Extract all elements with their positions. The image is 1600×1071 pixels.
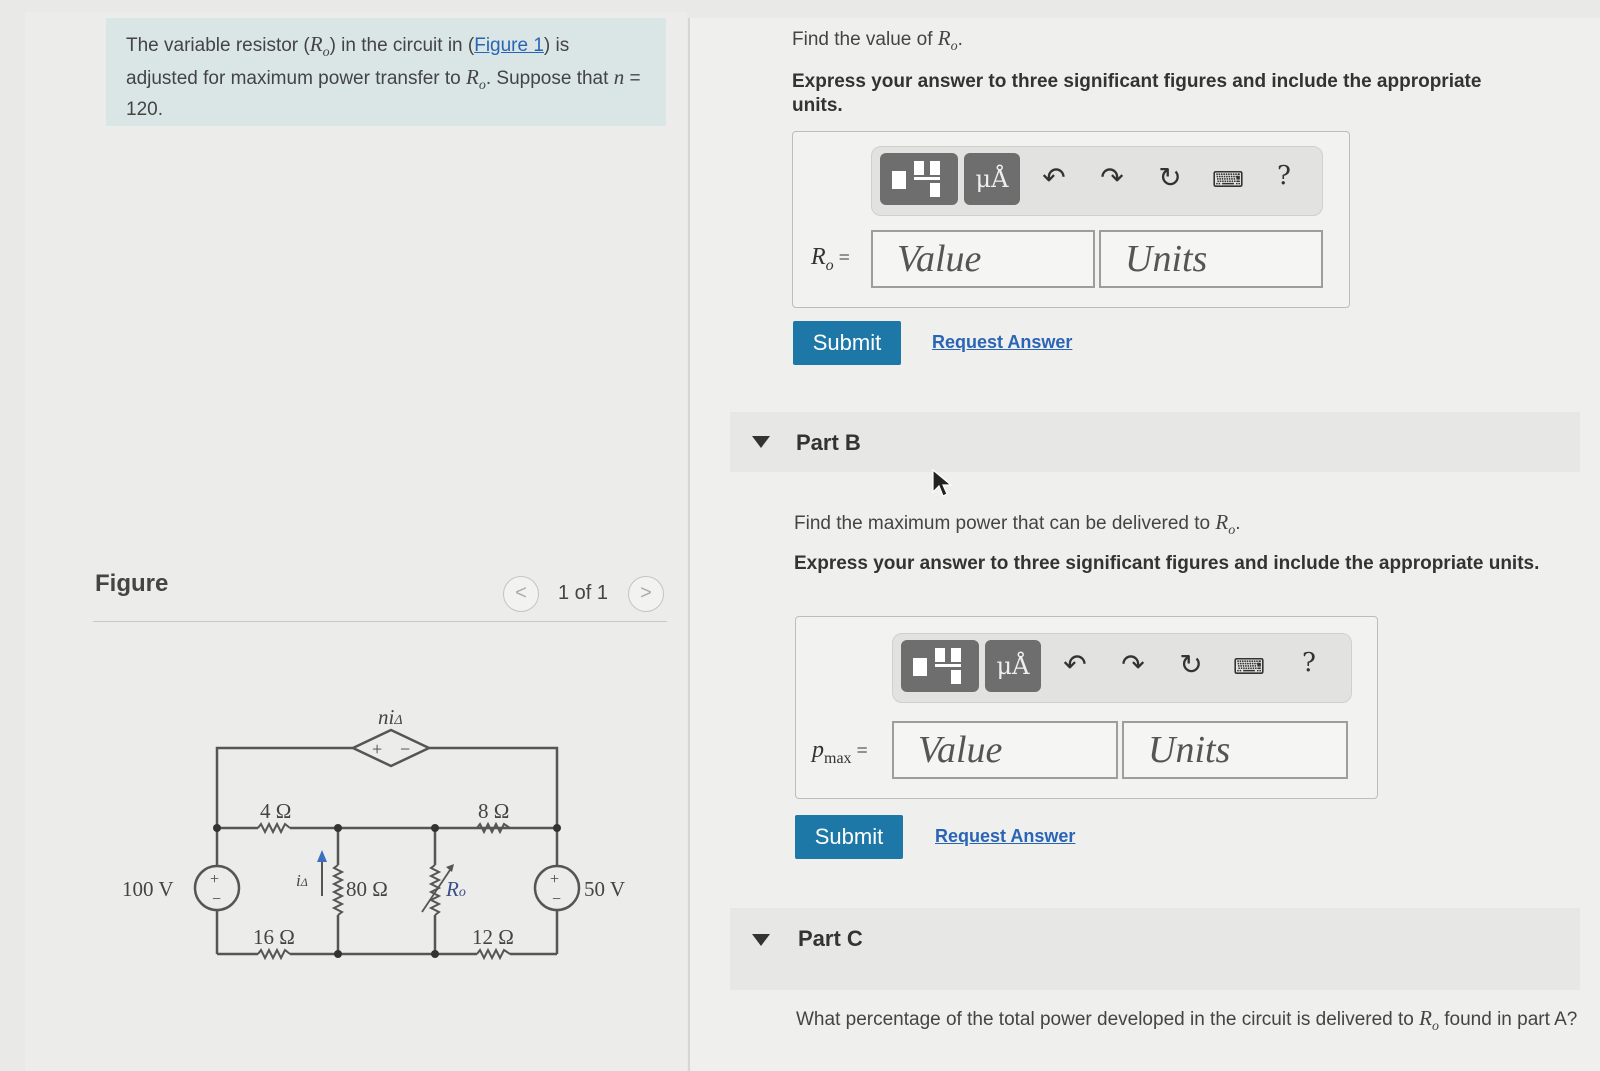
collapse-triangle-icon	[752, 436, 770, 448]
partB-title: Part B	[796, 430, 861, 455]
i-delta-label: iΔ	[296, 871, 308, 890]
partB-field-label: pmax =	[812, 737, 868, 767]
help-icon[interactable]: ?	[1268, 161, 1300, 191]
undo-icon[interactable]: ↶	[1038, 161, 1070, 194]
units-button[interactable]: μÅ	[985, 640, 1041, 692]
partB-toolbar: μÅ ↶ ↷ ↻ ⌨ ?	[892, 633, 1352, 703]
partA-answer-box: μÅ ↶ ↷ ↻ ⌨ ? Ro = Value Units	[792, 131, 1350, 308]
problem-statement: The variable resistor (Ro) in the circui…	[106, 18, 666, 126]
v100-label: 100 V	[122, 877, 174, 901]
partB-units-input[interactable]: Units	[1122, 721, 1348, 779]
templates-icon	[892, 161, 940, 197]
mouse-cursor-icon	[932, 468, 953, 497]
partA-value-input[interactable]: Value	[871, 230, 1095, 288]
figure-pager-text: 1 of 1	[558, 582, 609, 604]
units-button[interactable]: μÅ	[964, 153, 1020, 205]
r8-label: 8 Ω	[478, 799, 509, 823]
figure-title: Figure	[95, 570, 169, 597]
partA-question: Find the value of Ro.	[792, 26, 963, 55]
dep-source-label: niΔ	[378, 705, 403, 729]
r4-label: 4 Ω	[260, 799, 291, 823]
partC-title: Part C	[798, 926, 863, 951]
partA-submit-button[interactable]: Submit	[793, 321, 901, 365]
redo-icon[interactable]: ↷	[1096, 161, 1128, 194]
ro-label: Ro	[445, 877, 466, 901]
r80-label: 80 Ω	[346, 877, 388, 901]
partB-header[interactable]: Part B	[730, 412, 1580, 472]
prev-figure-button[interactable]: <	[503, 576, 539, 612]
r16-label: 16 Ω	[253, 925, 295, 949]
figure-divider	[93, 621, 667, 622]
partA-units-input[interactable]: Units	[1099, 230, 1323, 288]
templates-icon	[913, 648, 961, 684]
partB-instruction: Express your answer to three significant…	[794, 553, 1540, 574]
collapse-triangle-icon	[752, 934, 770, 946]
redo-icon[interactable]: ↷	[1117, 648, 1149, 681]
next-figure-button[interactable]: >	[628, 576, 664, 612]
svg-text:+: +	[210, 871, 219, 888]
reset-icon[interactable]: ↻	[1175, 648, 1207, 681]
circuit-diagram: niΔ + − 4 Ω 16 Ω 80 Ω 8 Ω 12 Ω Ro 100 V …	[122, 705, 625, 961]
templates-button[interactable]	[901, 640, 979, 692]
partB-submit-button[interactable]: Submit	[795, 815, 903, 859]
partB-question: Find the maximum power that can be deliv…	[794, 510, 1241, 539]
partA-instruction: Express your answer to three significant…	[792, 71, 1482, 116]
partC-header[interactable]: Part C	[730, 908, 1580, 990]
v50-label: 50 V	[584, 877, 625, 901]
svg-text:−: −	[400, 739, 410, 759]
partB-request-answer-link[interactable]: Request Answer	[935, 826, 1075, 847]
problem-text: The variable resistor (	[126, 35, 310, 56]
partA-toolbar: μÅ ↶ ↷ ↻ ⌨ ?	[871, 146, 1323, 216]
partB-value-input[interactable]: Value	[892, 721, 1118, 779]
partA-request-answer-link[interactable]: Request Answer	[932, 332, 1072, 353]
r12-label: 12 Ω	[472, 925, 514, 949]
svg-text:+: +	[550, 871, 559, 888]
chevron-left-icon: <	[515, 582, 527, 604]
resistor-var: Ro	[309, 32, 330, 61]
partB-answer-box: μÅ ↶ ↷ ↻ ⌨ ? pmax = Value Units	[795, 616, 1378, 799]
undo-icon[interactable]: ↶	[1059, 648, 1091, 681]
svg-text:−: −	[552, 891, 561, 908]
partA-field-label: Ro =	[811, 244, 850, 274]
reset-icon[interactable]: ↻	[1154, 161, 1186, 194]
figure-link[interactable]: Figure 1	[474, 35, 544, 56]
svg-text:+: +	[372, 739, 382, 759]
keyboard-icon[interactable]: ⌨	[1212, 167, 1244, 193]
templates-button[interactable]	[880, 153, 958, 205]
partC-question: What percentage of the total power devel…	[796, 1006, 1578, 1035]
help-icon[interactable]: ?	[1293, 648, 1325, 678]
keyboard-icon[interactable]: ⌨	[1233, 654, 1265, 680]
chevron-right-icon: >	[640, 582, 652, 604]
svg-text:−: −	[212, 891, 221, 908]
